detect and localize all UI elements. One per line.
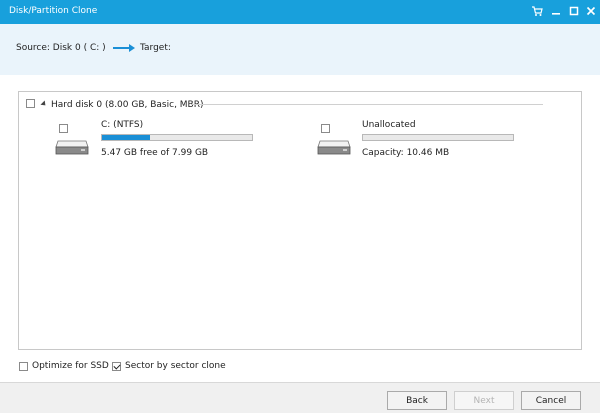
arrow-right-icon — [113, 44, 135, 52]
disk-checkbox[interactable] — [26, 99, 35, 108]
footer: Back Next Cancel — [0, 382, 600, 413]
hard-drive-icon — [317, 140, 351, 155]
partition-usage-bar — [362, 134, 514, 141]
source-label: Source: Disk 0 ( C: ) — [16, 43, 106, 53]
partition-usage-bar — [101, 134, 253, 141]
window-title: Disk/Partition Clone — [9, 6, 98, 16]
usage-fill — [102, 135, 150, 140]
clone-header: Source: Disk 0 ( C: ) Target: — [0, 24, 600, 75]
maximize-icon[interactable] — [567, 4, 581, 18]
partition-name: Unallocated — [362, 120, 416, 130]
partition-checkbox[interactable] — [321, 124, 330, 133]
hard-drive-icon — [55, 140, 89, 155]
back-button[interactable]: Back — [387, 391, 447, 410]
title-bar: Disk/Partition Clone — [0, 0, 600, 24]
optimize-ssd-checkbox[interactable] — [19, 362, 28, 371]
cancel-button[interactable]: Cancel — [521, 391, 581, 410]
partition-info: 5.47 GB free of 7.99 GB — [101, 148, 209, 158]
cart-icon[interactable] — [530, 4, 544, 18]
close-icon[interactable] — [584, 4, 598, 18]
partition-info: Capacity: 10.46 MB — [362, 148, 450, 158]
target-label: Target: — [140, 43, 171, 53]
divider — [191, 104, 543, 105]
partition-checkbox[interactable] — [59, 124, 68, 133]
disk-panel: Hard disk 0 (8.00 GB, Basic, MBR) C: (NT… — [18, 91, 582, 350]
collapse-triangle-icon[interactable] — [40, 100, 48, 108]
optimize-ssd-label: Optimize for SSD — [32, 361, 109, 371]
partition-name: C: (NTFS) — [101, 120, 144, 130]
sector-clone-checkbox[interactable] — [112, 362, 121, 371]
next-button[interactable]: Next — [454, 391, 514, 410]
minimize-icon[interactable] — [549, 4, 563, 18]
disk-label: Hard disk 0 (8.00 GB, Basic, MBR) — [51, 100, 204, 110]
sector-clone-label: Sector by sector clone — [125, 361, 226, 371]
